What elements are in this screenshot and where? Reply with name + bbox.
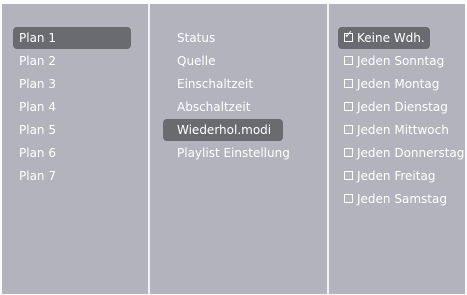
plan-item-1[interactable]: Plan 1	[13, 27, 131, 49]
repeat-option-tuesday[interactable]: Jeden Dienstag	[338, 96, 460, 118]
setting-label: Wiederhol.modi	[177, 123, 272, 137]
repeat-option-wednesday[interactable]: Jeden Mittwoch	[338, 119, 460, 141]
repeat-option-friday[interactable]: Jeden Freitag	[338, 165, 460, 187]
plan-label: Plan 2	[19, 54, 56, 68]
option-label: Jeden Montag	[357, 77, 440, 91]
plan-item-7[interactable]: Plan 7	[13, 165, 131, 187]
setting-label: Einschaltzeit	[177, 77, 254, 91]
plan-label: Plan 5	[19, 123, 56, 137]
setting-label: Status	[177, 31, 216, 45]
setting-label: Quelle	[177, 54, 216, 68]
checkbox[interactable]: ✓	[344, 29, 353, 42]
checkmark-icon: ✓	[344, 28, 354, 41]
plan-label: Plan 3	[19, 77, 56, 91]
plan-item-2[interactable]: Plan 2	[13, 50, 131, 72]
option-label: Jeden Donnerstag	[357, 146, 465, 160]
plan-item-6[interactable]: Plan 6	[13, 142, 131, 164]
option-label: Jeden Dienstag	[357, 100, 448, 114]
column-divider	[327, 4, 329, 294]
repeat-option-sunday[interactable]: Jeden Sonntag	[338, 50, 460, 72]
option-label: Jeden Mittwoch	[357, 123, 449, 137]
checkbox[interactable]	[344, 125, 353, 134]
setting-off-time[interactable]: Abschaltzeit	[171, 96, 293, 118]
schedule-menu: Plan 1 Plan 2 Plan 3 Plan 4 Plan 5 Plan …	[2, 4, 465, 294]
plan-label: Plan 6	[19, 146, 56, 160]
checkbox[interactable]	[344, 79, 353, 88]
setting-label: Abschaltzeit	[177, 100, 251, 114]
plan-item-4[interactable]: Plan 4	[13, 96, 131, 118]
plan-label: Plan 4	[19, 100, 56, 114]
setting-status[interactable]: Status	[171, 27, 293, 49]
plan-item-5[interactable]: Plan 5	[13, 119, 131, 141]
option-label: Keine Wdh.	[357, 31, 425, 45]
plan-label: Plan 1	[19, 31, 56, 45]
repeat-option-monday[interactable]: Jeden Montag	[338, 73, 460, 95]
plan-label: Plan 7	[19, 169, 56, 183]
checkbox[interactable]	[344, 148, 353, 157]
repeat-option-saturday[interactable]: Jeden Samstag	[338, 188, 460, 210]
column-divider	[148, 4, 150, 294]
setting-label: Playlist Einstellung	[177, 146, 290, 160]
setting-on-time[interactable]: Einschaltzeit	[171, 73, 293, 95]
plan-item-3[interactable]: Plan 3	[13, 73, 131, 95]
checkbox[interactable]	[344, 171, 353, 180]
checkbox[interactable]	[344, 102, 353, 111]
setting-playlist[interactable]: Playlist Einstellung	[171, 142, 311, 164]
option-label: Jeden Freitag	[357, 169, 436, 183]
setting-repeat-mode[interactable]: Wiederhol.modi	[163, 119, 283, 141]
option-label: Jeden Sonntag	[357, 54, 445, 68]
option-label: Jeden Samstag	[357, 192, 447, 206]
repeat-option-none[interactable]: ✓ Keine Wdh.	[338, 27, 430, 49]
checkbox[interactable]	[344, 194, 353, 203]
setting-source[interactable]: Quelle	[171, 50, 293, 72]
repeat-option-thursday[interactable]: Jeden Donnerstag	[338, 142, 465, 164]
checkbox[interactable]	[344, 56, 353, 65]
